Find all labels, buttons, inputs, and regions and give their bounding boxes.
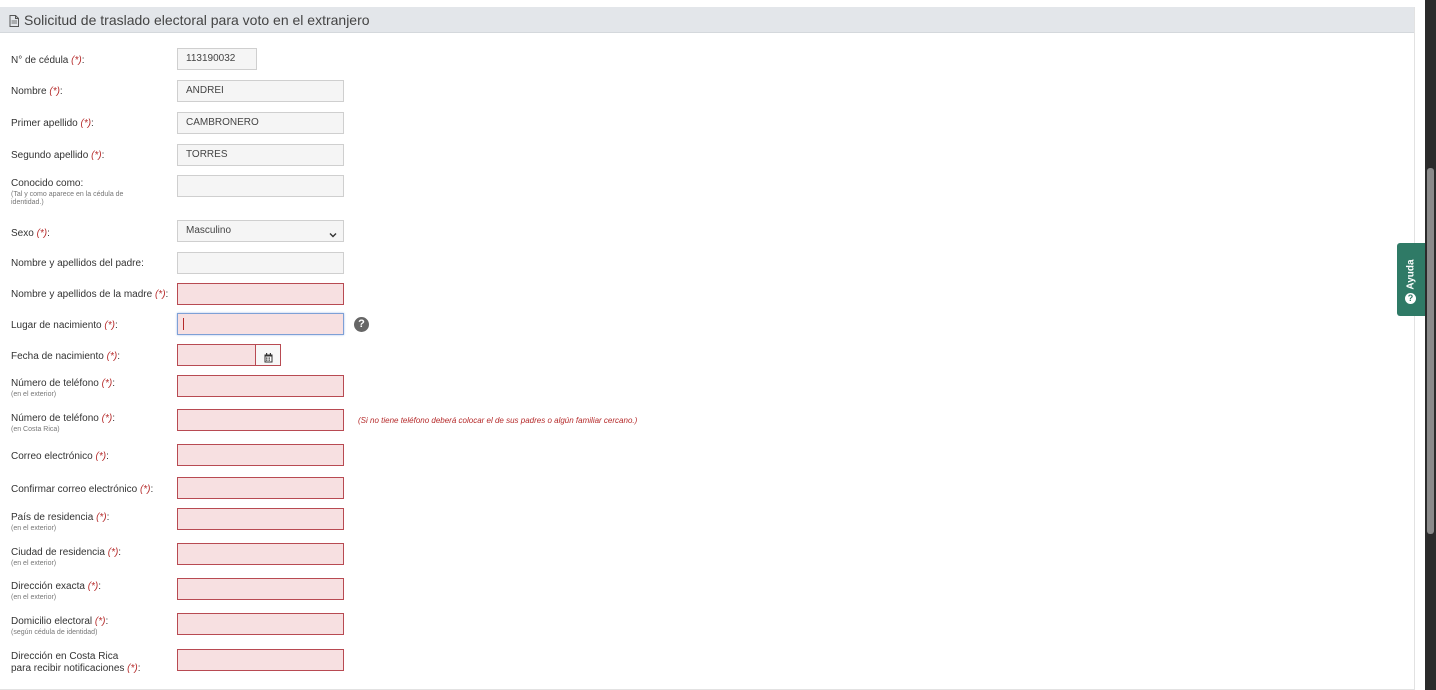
question-circle-icon[interactable]: ? [354, 317, 369, 332]
sexo-selected-value: Masculino [186, 225, 232, 236]
scrollbar-thumb[interactable] [1427, 168, 1434, 534]
panel-header: Solicitud de traslado electoral para vot… [0, 7, 1414, 33]
label-sexo: Sexo (*): [11, 228, 50, 239]
nombre-field[interactable]: ANDREI [177, 80, 344, 102]
correo-field[interactable] [177, 444, 344, 466]
label-telefono-exterior: Número de teléfono (*): (en el exterior) [11, 378, 115, 398]
label-conocido: Conocido como: (Tal y como aparece en la … [11, 178, 124, 206]
label-correo: Correo electrónico (*): [11, 451, 109, 462]
fecha-nacimiento-field[interactable] [177, 344, 256, 366]
help-tab[interactable]: Ayuda ? [1397, 243, 1425, 316]
label-segundo-apellido: Segundo apellido (*): [11, 150, 105, 161]
direccion-cr-field[interactable] [177, 649, 344, 671]
help-tab-label: Ayuda [1405, 259, 1417, 290]
label-direccion: Dirección exacta (*): (en el exterior) [11, 581, 102, 601]
telefono-hint: (Si no tiene teléfono deberá colocar el … [358, 416, 638, 425]
telefono-cr-field[interactable] [177, 409, 344, 431]
domicilio-field[interactable] [177, 613, 344, 635]
label-lugar-nacimiento: Lugar de nacimiento (*): [11, 320, 118, 331]
label-domicilio: Domicilio electoral (*): (según cédula de… [11, 616, 109, 636]
text-caret [183, 318, 184, 330]
label-madre: Nombre y apellidos de la madre (*): [11, 289, 169, 300]
conocido-field[interactable] [177, 175, 344, 197]
label-primer-apellido: Primer apellido (*): [11, 118, 94, 129]
confirmar-correo-field[interactable] [177, 477, 344, 499]
sexo-select[interactable]: Masculino [177, 220, 344, 242]
chevron-down-icon [329, 227, 337, 238]
label-telefono-cr: Número de teléfono (*): (en Costa Rica) [11, 413, 115, 433]
label-direccion-cr: Dirección en Costa Rica para recibir noti… [11, 651, 141, 674]
pais-field[interactable] [177, 508, 344, 530]
label-pais: País de residencia (*): (en el exterior) [11, 512, 110, 532]
label-padre: Nombre y apellidos del padre: [11, 258, 144, 269]
madre-field[interactable] [177, 283, 344, 305]
label-ciudad: Ciudad de residencia (*): (en el exterior… [11, 547, 122, 567]
label-fecha-nacimiento: Fecha de nacimiento (*): [11, 351, 120, 362]
document-icon [9, 14, 19, 27]
scrollbar-track[interactable] [1425, 0, 1436, 690]
telefono-exterior-field[interactable] [177, 375, 344, 397]
padre-field[interactable] [177, 252, 344, 274]
lugar-nacimiento-field[interactable] [177, 313, 344, 335]
cedula-field[interactable]: 113190032 [177, 48, 257, 70]
direccion-field[interactable] [177, 578, 344, 600]
ciudad-field[interactable] [177, 543, 344, 565]
question-circle-icon: ? [1405, 293, 1416, 304]
segundo-apellido-field[interactable]: TORRES [177, 144, 344, 166]
primer-apellido-field[interactable]: CAMBRONERO [177, 112, 344, 134]
calendar-button[interactable] [255, 344, 281, 366]
page-title: Solicitud de traslado electoral para vot… [24, 11, 370, 28]
calendar-icon [264, 350, 273, 368]
label-cedula: N° de cédula (*): [11, 55, 85, 66]
label-confirmar-correo: Confirmar correo electrónico (*): [11, 484, 154, 495]
label-nombre: Nombre (*): [11, 86, 63, 97]
